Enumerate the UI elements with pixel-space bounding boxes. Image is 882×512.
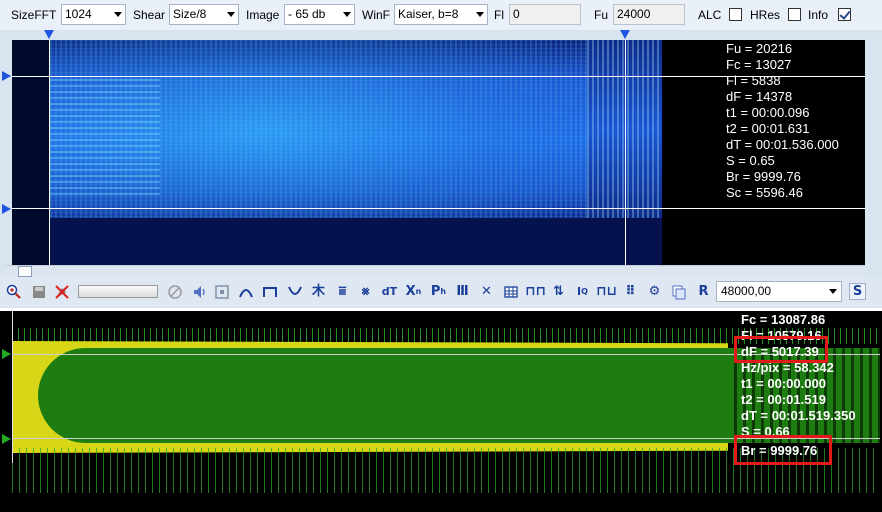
time-cursor-right[interactable] [625,40,626,265]
square-wave-icon[interactable]: ⊓⊔ [596,283,617,300]
save-icon[interactable] [30,283,47,300]
highlight-box-df [734,336,828,363]
alc-checkbox[interactable] [729,8,742,21]
spectrogram-low-band [50,218,662,265]
stop-icon[interactable] [166,283,183,300]
info-line: Fu = 20216 [726,41,793,56]
filter-icon[interactable]: 木 [310,283,327,300]
shear-value: Size/8 [173,7,207,21]
arc-down-icon[interactable] [286,283,303,300]
frame-icon[interactable] [213,283,230,300]
zoom-icon[interactable] [5,283,22,300]
progress-bar [78,285,158,298]
grid-icon[interactable]: ⠿ [622,283,639,300]
spectrogram-info: Fu = 20216 Fc = 13027 Fl = 5838 dF = 143… [726,41,839,201]
pulse-icon[interactable]: ⊓⊓ [525,283,546,300]
cross-icon[interactable]: ✕ [478,283,495,300]
alc-label: ALC [698,8,722,22]
time-marker-left-icon[interactable] [44,30,54,39]
panel-divider [0,308,882,311]
up-down-icon[interactable]: ⇅ [550,283,567,300]
clear-icon[interactable] [53,283,70,300]
info-line: dT = 00:01.536.000 [726,137,839,152]
hres-label: HRes [750,8,781,22]
winf-label: WinF [362,8,390,22]
sizefft-select[interactable]: 1024 [61,4,126,25]
info-line: S = 0.65 [726,153,775,168]
table-icon[interactable] [502,283,519,300]
spectrogram-canvas[interactable]: Fu = 20216 Fc = 13027 Fl = 5838 dF = 143… [12,40,865,265]
time-cursor-left[interactable] [49,40,50,265]
fu-label: Fu [594,8,609,22]
horizontal-scrollbar[interactable] [5,265,865,277]
freq-marker-bottom-icon[interactable] [2,204,11,214]
winf-value: Kaiser, b=8 [398,7,459,21]
spectrogram-harmonics [50,75,160,195]
frequency-value: 48000,00 [721,284,772,298]
x-power-icon[interactable]: Xn [405,283,422,300]
level-marker-top-icon[interactable] [2,349,11,359]
chevron-down-icon [343,12,351,17]
sizefft-label: SizeFFT [11,8,57,22]
image-select[interactable]: - 65 db [284,4,355,25]
info-line: Fl = 5838 [726,73,781,88]
info-line: Fc = 13027 [726,57,792,72]
info-line: Br = 9999.76 [726,169,801,184]
info-line: t2 = 00:01.631 [726,121,810,136]
info-line: t2 = 00:01.519 [741,392,826,407]
chevron-down-icon [227,12,235,17]
copy-icon[interactable] [670,283,687,300]
top-toolbar: SizeFFT 1024 Shear Size/8 Image - 65 db … [0,0,882,30]
highlight-box-br [734,435,832,465]
s-button[interactable]: S [849,283,866,300]
fl-label: Fl [494,8,504,22]
sizefft-value: 1024 [65,7,92,21]
p-h-icon[interactable]: Ph [430,283,447,300]
tool-row: 木 ⩸ ⨳ dT Xn Ph Ⅲ ✕ ⊓⊓ ⇅ IQ ⊓⊔ ⠿ ⚙ R 4800… [0,277,882,307]
bars-icon[interactable]: Ⅲ [454,283,471,300]
info-line: dF = 14378 [726,89,793,104]
fl-input[interactable]: 0 [509,4,581,25]
fu-input[interactable]: 24000 [613,4,685,25]
gear-icon[interactable]: ⚙ [646,283,663,300]
arc-up-icon[interactable] [237,283,254,300]
spectrum-panel: Fc = 13087.86 Fl = 10579.16 dF = 5017.39… [0,308,882,512]
hres-checkbox[interactable] [788,8,801,21]
info-line: Fc = 13087.86 [741,312,826,327]
freq-cursor-bottom[interactable] [12,208,865,209]
dt-button[interactable]: dT [381,283,398,300]
scrollbar-thumb[interactable] [18,266,32,277]
shear-select[interactable]: Size/8 [169,4,239,25]
window-square-icon[interactable] [261,283,278,300]
chevron-down-icon [476,12,484,17]
info-label: Info [808,8,829,22]
shear-label: Shear [133,8,166,22]
info-checkbox[interactable] [838,8,851,21]
image-label: Image [246,8,280,22]
chevron-down-icon [114,12,122,17]
chevron-down-icon [829,289,837,294]
info-line: t1 = 00:00.096 [726,105,810,120]
speaker-icon[interactable] [190,283,207,300]
spectrogram-panel: Fu = 20216 Fc = 13027 Fl = 5838 dF = 143… [0,30,882,265]
freq-marker-top-icon[interactable] [2,71,11,81]
iq-icon[interactable]: IQ [574,283,591,300]
image-value: - 65 db [288,7,326,21]
notch-icon[interactable]: ⩸ [334,283,351,300]
spectrum-axis-line [12,311,13,463]
r-button[interactable]: R [695,283,712,300]
info-line: Sc = 5596.46 [726,185,803,200]
green-trace [38,348,728,443]
winf-select[interactable]: Kaiser, b=8 [394,4,488,25]
comb-icon[interactable]: ⨳ [357,283,374,300]
frequency-select[interactable]: 48000,00 [716,281,842,302]
info-line: t1 = 00:00.000 [741,376,826,391]
level-marker-bottom-icon[interactable] [2,434,11,444]
info-line: dT = 00:01.519.350 [741,408,856,423]
time-marker-right-icon[interactable] [620,30,630,39]
